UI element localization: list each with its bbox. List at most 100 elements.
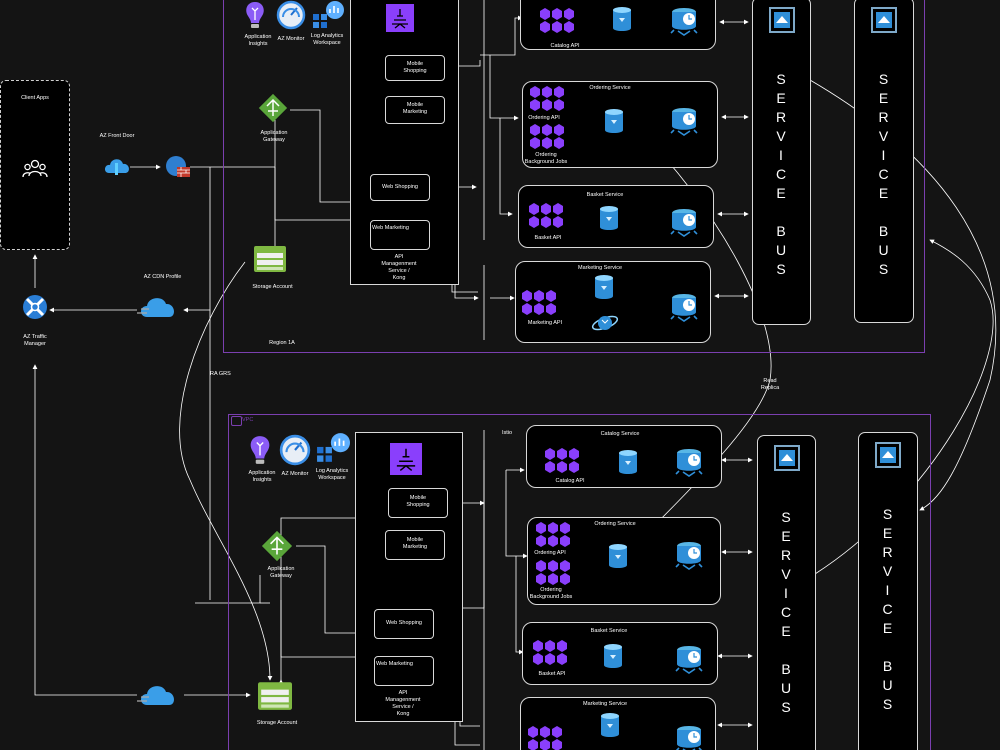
basket-api-label: Basket API <box>534 235 562 241</box>
marketing-db-icon[interactable] <box>599 712 621 738</box>
application-insights-icon[interactable] <box>247 434 273 466</box>
basket-api-pods-icon[interactable] <box>529 203 563 229</box>
ordering-api-label: Ordering API <box>528 115 560 121</box>
basket-service-label: Basket Service <box>590 628 628 634</box>
service-bus-2-text: S E R V I C E B U S <box>878 71 890 277</box>
app-gateway-label: Application Gateway <box>260 130 288 143</box>
traffic-manager-label: AZ Traffic Manager <box>23 334 47 347</box>
storage-account-icon[interactable] <box>258 682 292 710</box>
ordering-bg-label: Ordering Background Jobs <box>529 587 573 600</box>
waf-policy-icon[interactable] <box>165 155 191 181</box>
cosmos-db-icon[interactable] <box>591 310 619 336</box>
marketing-service-label: Marketing Service <box>582 701 628 707</box>
log-analytics-icon[interactable] <box>316 432 350 464</box>
ordering-service-label: Ordering Service <box>594 521 636 527</box>
web-shopping-label: Web Shopping <box>382 184 418 190</box>
catalog-api-label: Catalog API <box>555 478 585 484</box>
ordering-bg-jobs-pods-icon[interactable] <box>530 124 564 150</box>
ordering-sql-icon[interactable] <box>673 538 705 570</box>
ordering-bg-label: Ordering Background Jobs <box>524 152 568 165</box>
basket-service-label: Basket Service <box>586 192 624 198</box>
service-bus-2-text: S E R V I C E B U S <box>882 506 894 712</box>
service-bus-icon <box>768 7 795 33</box>
client-apps-label: Client Apps <box>21 95 49 101</box>
storage-account-icon[interactable] <box>254 246 286 272</box>
az-monitor-label: AZ Monitor <box>281 471 309 477</box>
log-analytics-label: Log Analytics Workspace <box>315 468 349 481</box>
apim-label-region-a: API Managenment Service / Kong <box>381 254 417 281</box>
catalog-sql-icon[interactable] <box>673 445 705 477</box>
basket-api-pods-icon[interactable] <box>533 640 567 666</box>
marketing-api-pods-icon[interactable] <box>528 726 562 750</box>
apim-icon[interactable] <box>386 4 414 32</box>
service-bus-1-text: S E R V I C E B U S <box>780 509 793 715</box>
application-insights-icon[interactable] <box>243 0 267 30</box>
catalog-api-pods-icon[interactable] <box>545 448 579 474</box>
catalog-api-label: Catalog API <box>550 43 580 49</box>
front-door-label: AZ Front Door <box>99 133 135 139</box>
ordering-db-icon[interactable] <box>607 543 629 569</box>
ra-grs-label: RA GRS <box>210 371 231 377</box>
service-bus-icon <box>773 445 800 471</box>
marketing-api-label: Marketing API <box>527 320 563 326</box>
front-door-icon[interactable] <box>103 155 131 177</box>
cdn-cloud-icon[interactable] <box>137 681 181 709</box>
basket-sql-icon[interactable] <box>668 205 700 237</box>
region-1a-label: Region 1A <box>269 340 295 346</box>
istio-label: Istio <box>502 430 513 436</box>
service-bus-1-text: S E R V I C E B U S <box>775 71 788 277</box>
catalog-db-icon[interactable] <box>617 449 639 475</box>
service-bus-1-region-b[interactable]: S E R V I C E B U S <box>757 435 816 750</box>
catalog-service-label: Catalog Service <box>600 431 640 437</box>
vpc-label: VPC <box>242 417 254 423</box>
basket-db-icon[interactable] <box>602 643 624 669</box>
az-monitor-label: AZ Monitor <box>277 36 305 42</box>
users-icon <box>22 159 48 178</box>
basket-sql-icon[interactable] <box>673 642 705 674</box>
ordering-service-label: Ordering Service <box>589 85 631 91</box>
cdn-cloud-icon[interactable] <box>137 293 181 321</box>
marketing-db-icon[interactable] <box>593 274 615 300</box>
apim-icon[interactable] <box>390 443 422 475</box>
ordering-api-label: Ordering API <box>534 550 566 556</box>
mobile-shopping-label: Mobile Shopping <box>406 495 430 508</box>
ordering-api-pods-icon[interactable] <box>530 86 564 112</box>
ordering-sql-icon[interactable] <box>668 104 700 136</box>
catalog-sql-icon[interactable] <box>668 4 700 36</box>
service-bus-1-region-a[interactable]: S E R V I C E B U S <box>752 0 811 325</box>
service-bus-icon <box>875 442 901 468</box>
ordering-db-icon[interactable] <box>603 108 625 134</box>
app-gateway-label: Application Gateway <box>267 566 295 579</box>
application-gateway-icon[interactable] <box>261 530 293 562</box>
marketing-service-label: Marketing Service <box>577 265 623 271</box>
service-bus-icon <box>871 7 897 33</box>
marketing-api-pods-icon[interactable] <box>522 290 556 316</box>
mobile-shopping-label: Mobile Shopping <box>403 61 427 74</box>
marketing-sql-icon[interactable] <box>673 722 705 750</box>
ordering-bg-jobs-pods-icon[interactable] <box>536 560 570 586</box>
application-gateway-icon[interactable] <box>258 93 288 123</box>
az-monitor-icon[interactable] <box>279 434 311 466</box>
az-monitor-icon[interactable] <box>276 0 306 30</box>
traffic-manager-icon[interactable] <box>21 293 49 321</box>
catalog-db-icon[interactable] <box>611 6 633 32</box>
service-bus-2-region-a[interactable]: S E R V I C E B U S <box>854 0 914 323</box>
cdn-profile-label: AZ CDN Profile <box>143 274 182 280</box>
basket-api-label: Basket API <box>538 671 566 677</box>
architecture-diagram: Region 1A VPC Client Apps AZ Front Door … <box>0 0 1000 750</box>
ordering-api-pods-icon[interactable] <box>536 522 570 548</box>
read-replica-label: Read Replica <box>760 378 780 391</box>
apim-label-region-b: API Managenment Service / Kong <box>385 690 421 717</box>
storage-account-label: Storage Account <box>256 720 298 726</box>
mobile-marketing-label: Mobile Marketing <box>402 537 428 550</box>
catalog-api-pods-icon[interactable] <box>540 8 574 34</box>
basket-db-icon[interactable] <box>598 205 620 231</box>
web-shopping-label: Web Shopping <box>386 620 422 626</box>
vpc-icon <box>231 416 242 426</box>
web-marketing-label: Web Marketing <box>376 661 413 667</box>
marketing-sql-icon[interactable] <box>668 290 700 322</box>
log-analytics-icon[interactable] <box>312 0 344 30</box>
storage-account-label: Storage Account <box>252 284 293 290</box>
service-bus-2-region-b[interactable]: S E R V I C E B U S <box>858 432 918 750</box>
mobile-marketing-label: Mobile Marketing <box>402 102 428 115</box>
